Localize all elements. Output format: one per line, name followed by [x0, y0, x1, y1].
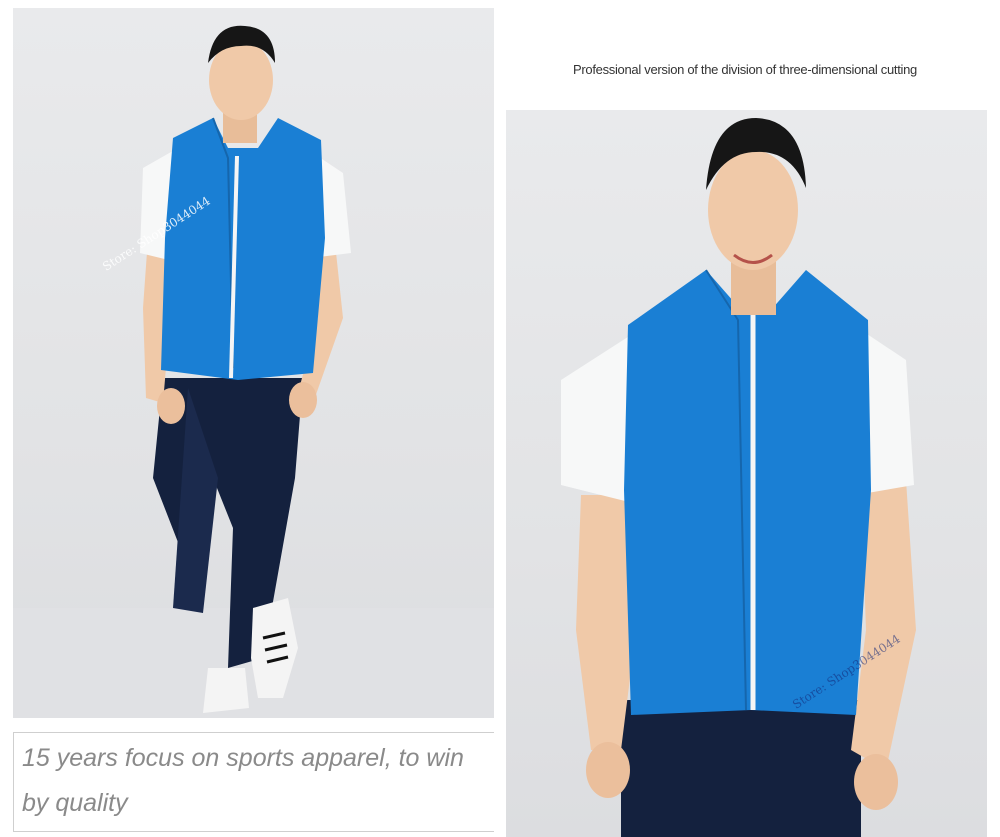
jeans [621, 700, 861, 837]
blue-vest [624, 270, 871, 715]
face [708, 150, 798, 270]
full-body-illustration [13, 25, 494, 718]
shoe-left [203, 668, 249, 713]
closeup-photo [506, 110, 987, 837]
full-body-photo [13, 8, 494, 718]
closeup-illustration [561, 118, 916, 837]
blue-vest [161, 118, 325, 380]
cutting-caption: Professional version of the division of … [573, 62, 917, 77]
slogan-text: 15 years focus on sports apparel, to win… [22, 744, 464, 817]
